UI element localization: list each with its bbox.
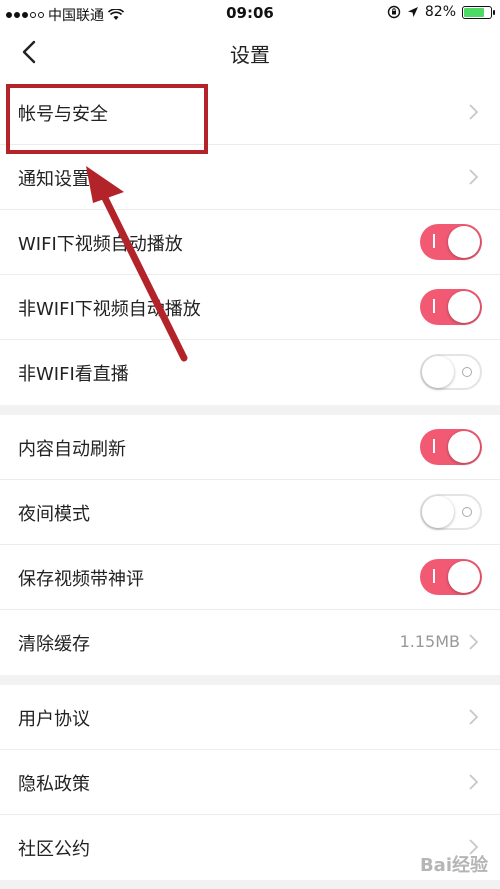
row-label: 隐私政策 bbox=[18, 774, 90, 795]
row-label: 非WIFI下视频自动播放 bbox=[18, 299, 201, 320]
non-wifi-live-toggle[interactable] bbox=[420, 354, 482, 390]
row-label: 社区公约 bbox=[18, 839, 90, 860]
settings-row-notifications[interactable]: 通知设置 bbox=[0, 145, 500, 210]
row-label: 用户协议 bbox=[18, 709, 90, 730]
chevron-right-icon bbox=[469, 709, 478, 725]
settings-row-auto-refresh: 内容自动刷新 bbox=[0, 415, 500, 480]
row-label: 夜间模式 bbox=[18, 504, 90, 525]
row-label: 内容自动刷新 bbox=[18, 439, 126, 460]
chevron-right-icon bbox=[469, 169, 478, 185]
watermark: Bai经验 bbox=[419, 855, 488, 876]
night-mode-toggle[interactable] bbox=[420, 494, 482, 530]
settings-row-user-agreement[interactable]: 用户协议 bbox=[0, 685, 500, 750]
chevron-right-icon bbox=[469, 634, 478, 650]
row-label: 清除缓存 bbox=[18, 634, 90, 655]
settings-row-clear-cache[interactable]: 清除缓存 1.15MB bbox=[0, 610, 500, 675]
status-right: 82% bbox=[387, 4, 495, 20]
row-label: 保存视频带神评 bbox=[18, 569, 144, 590]
settings-row-save-video-comments: 保存视频带神评 bbox=[0, 545, 500, 610]
battery-icon bbox=[462, 5, 495, 19]
settings-row-wifi-autoplay: WIFI下视频自动播放 bbox=[0, 210, 500, 275]
battery-percent: 82% bbox=[424, 4, 456, 20]
page-title: 设置 bbox=[230, 43, 270, 67]
settings-row-night-mode: 夜间模式 bbox=[0, 480, 500, 545]
row-label: WIFI下视频自动播放 bbox=[18, 234, 183, 255]
row-label: 非WIFI看直播 bbox=[18, 364, 129, 385]
settings-row-non-wifi-live: 非WIFI看直播 bbox=[0, 340, 500, 405]
chevron-right-icon bbox=[469, 104, 478, 120]
settings-row-non-wifi-autoplay: 非WIFI下视频自动播放 bbox=[0, 275, 500, 340]
settings-group-content: 内容自动刷新 夜间模式 保存视频带神评 清除缓存 1.15MB bbox=[0, 415, 500, 675]
cache-size: 1.15MB bbox=[399, 632, 460, 651]
auto-refresh-toggle[interactable] bbox=[420, 429, 482, 465]
location-icon bbox=[407, 7, 418, 17]
navigation-bar: 设置 bbox=[0, 26, 500, 80]
settings-row-privacy-policy[interactable]: 隐私政策 bbox=[0, 750, 500, 815]
status-bar: 中国联通 09:06 82% bbox=[0, 0, 500, 26]
row-label: 通知设置 bbox=[18, 169, 90, 190]
non-wifi-autoplay-toggle[interactable] bbox=[420, 289, 482, 325]
save-video-comments-toggle[interactable] bbox=[420, 559, 482, 595]
wifi-autoplay-toggle[interactable] bbox=[420, 224, 482, 260]
orientation-lock-icon bbox=[387, 5, 401, 19]
annotation-highlight-box bbox=[6, 84, 208, 154]
chevron-right-icon bbox=[469, 774, 478, 790]
